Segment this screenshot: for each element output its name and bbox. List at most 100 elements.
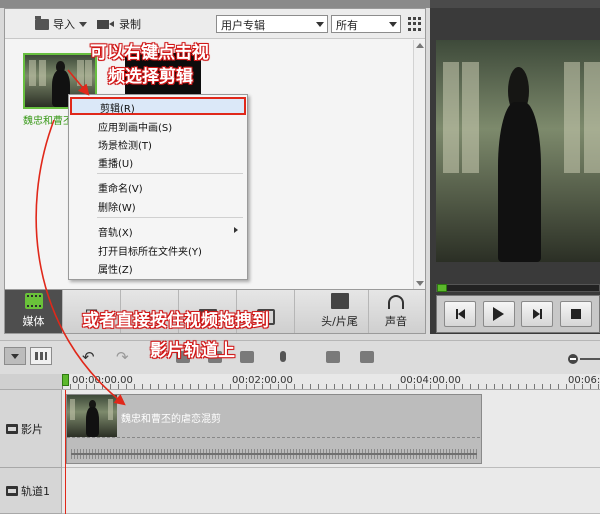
- preview-panel: [430, 8, 600, 334]
- preview-progress-knob[interactable]: [437, 284, 447, 292]
- ruler-left-corner: [0, 374, 62, 390]
- chevron-down-icon: [316, 22, 324, 27]
- top-strip: [0, 0, 600, 8]
- clip-title: 魏忠和曹丕的虐恋混剪: [121, 414, 221, 425]
- audio-waveform-center: [71, 453, 477, 455]
- menu-item-open-folder[interactable]: 打开目标所在文件夹(Y): [70, 240, 246, 258]
- timeline-toolbar: ↶ ↷: [0, 340, 600, 374]
- play-icon: [493, 307, 505, 321]
- submenu-arrow-icon: [234, 227, 238, 233]
- album-select[interactable]: 用户专辑: [216, 15, 328, 33]
- overlay-track-icon: [6, 485, 18, 496]
- zoom-out-icon[interactable]: [568, 354, 578, 364]
- timeline-ruler[interactable]: 00:00:00.00 00:02:00.00 00:04:00.00 00:0…: [62, 374, 600, 390]
- menu-item-scene-detect[interactable]: 场景检测(T): [70, 134, 246, 152]
- tab-label: 头/片尾: [321, 315, 358, 328]
- playhead-handle[interactable]: [62, 374, 69, 386]
- preview-progress-bar[interactable]: [436, 284, 600, 292]
- menu-item-properties[interactable]: 属性(Z): [70, 258, 246, 276]
- track-header-overlay[interactable]: 轨道1: [0, 468, 62, 514]
- ruler-label: 00:00:00.00: [72, 375, 133, 386]
- tab-label: 声音: [385, 315, 407, 328]
- scroll-down-icon[interactable]: [416, 281, 424, 286]
- menu-item-label: 应用到画中画(S): [98, 123, 173, 134]
- annotation-text-select-clip: 频选择剪辑: [108, 67, 193, 87]
- camera-icon: [97, 19, 114, 29]
- view-grid-icon[interactable]: [408, 17, 422, 31]
- capture-icon[interactable]: [326, 351, 340, 363]
- menu-item-apply-pip[interactable]: 应用到画中画(S): [70, 116, 246, 134]
- settings-tool-icon[interactable]: [360, 351, 374, 363]
- storyboard-view-button[interactable]: [30, 347, 52, 365]
- chevron-down-icon: [389, 22, 397, 27]
- tab-titles[interactable]: 头/片尾: [311, 290, 369, 333]
- film-track-icon: [6, 423, 18, 434]
- ruler-label: 00:02:00.00: [232, 375, 293, 386]
- context-menu: 剪辑(R) 应用到画中画(S) 场景检测(T) 重播(U) 重命名(V) 删除(…: [68, 94, 248, 280]
- menu-item-label: 删除(W): [98, 203, 136, 214]
- tab-sound[interactable]: 声音: [367, 290, 425, 333]
- clapper-icon: [330, 293, 349, 309]
- preview-screen: [436, 40, 600, 262]
- annotation-text-drag: 或者直接按住视频拖拽到: [82, 311, 269, 331]
- menu-item-label: 剪辑(R): [100, 104, 135, 115]
- playback-controls: [436, 295, 600, 333]
- folder-icon: [35, 15, 49, 30]
- film-icon: [24, 293, 43, 309]
- menu-item-delete[interactable]: 删除(W): [70, 196, 246, 214]
- timeline-view-icon: [11, 353, 19, 359]
- storyboard-view-icon: [35, 352, 47, 360]
- import-button[interactable]: 导入: [35, 15, 87, 32]
- undo-icon[interactable]: ↶: [82, 350, 96, 365]
- ruler-label: 00:06:00: [568, 375, 600, 386]
- trim-tool-icon[interactable]: [240, 351, 254, 363]
- menu-item-label: 重命名(V): [98, 184, 143, 195]
- tab-label: 媒体: [22, 315, 45, 328]
- menu-item-replay[interactable]: 重播(U): [70, 152, 246, 170]
- next-frame-button[interactable]: [521, 301, 554, 327]
- annotation-text-right-click: 可以右键点击视: [90, 43, 209, 63]
- scroll-up-icon[interactable]: [416, 43, 424, 48]
- track-label: 轨道1: [21, 484, 50, 498]
- record-label: 录制: [119, 18, 141, 31]
- menu-item-clip[interactable]: 剪辑(R): [70, 97, 246, 115]
- stop-button[interactable]: [559, 301, 592, 327]
- chevron-down-icon: [79, 21, 87, 27]
- media-scrollbar[interactable]: [413, 40, 425, 289]
- menu-item-label: 属性(Z): [98, 265, 133, 276]
- filter-select-value: 所有: [336, 19, 358, 32]
- next-frame-icon: [532, 309, 542, 319]
- ruler-ticks: [62, 384, 600, 389]
- ruler-label: 00:04:00.00: [400, 375, 461, 386]
- menu-item-audio-track[interactable]: 音轨(X): [70, 221, 246, 239]
- tab-media[interactable]: 媒体: [5, 290, 63, 333]
- filter-select[interactable]: 所有: [331, 15, 401, 33]
- prev-frame-button[interactable]: [444, 301, 477, 327]
- menu-item-label: 场景检测(T): [98, 141, 152, 152]
- menu-item-label: 音轨(X): [98, 228, 133, 239]
- zoom-slider[interactable]: [580, 358, 600, 360]
- playhead-line: [65, 390, 66, 514]
- annotation-text-track: 影片轨道上: [150, 341, 235, 361]
- track-label: 影片: [21, 422, 43, 436]
- stop-icon: [570, 309, 581, 319]
- menu-item-rename[interactable]: 重命名(V): [70, 177, 246, 195]
- record-button[interactable]: 录制: [97, 16, 141, 32]
- overlay-track[interactable]: [62, 468, 600, 514]
- menu-separator: [97, 173, 243, 174]
- menu-item-label: 重播(U): [98, 159, 134, 170]
- redo-icon[interactable]: ↷: [116, 350, 130, 365]
- menu-separator: [97, 217, 243, 218]
- headphones-icon: [388, 295, 404, 309]
- media-toolbar: 导入 录制 用户专辑 所有: [5, 9, 425, 39]
- video-clip[interactable]: 魏忠和曹丕的虐恋混剪: [66, 394, 482, 464]
- import-label: 导入: [53, 18, 75, 31]
- timeline-view-button[interactable]: [4, 347, 26, 365]
- menu-item-label: 打开目标所在文件夹(Y): [98, 247, 202, 258]
- clip-divider: [67, 437, 481, 438]
- album-select-value: 用户专辑: [221, 19, 265, 32]
- track-header-video[interactable]: 影片: [0, 390, 62, 468]
- clip-thumbnail: [67, 395, 117, 437]
- play-button[interactable]: [482, 301, 515, 327]
- microphone-icon[interactable]: [276, 351, 290, 363]
